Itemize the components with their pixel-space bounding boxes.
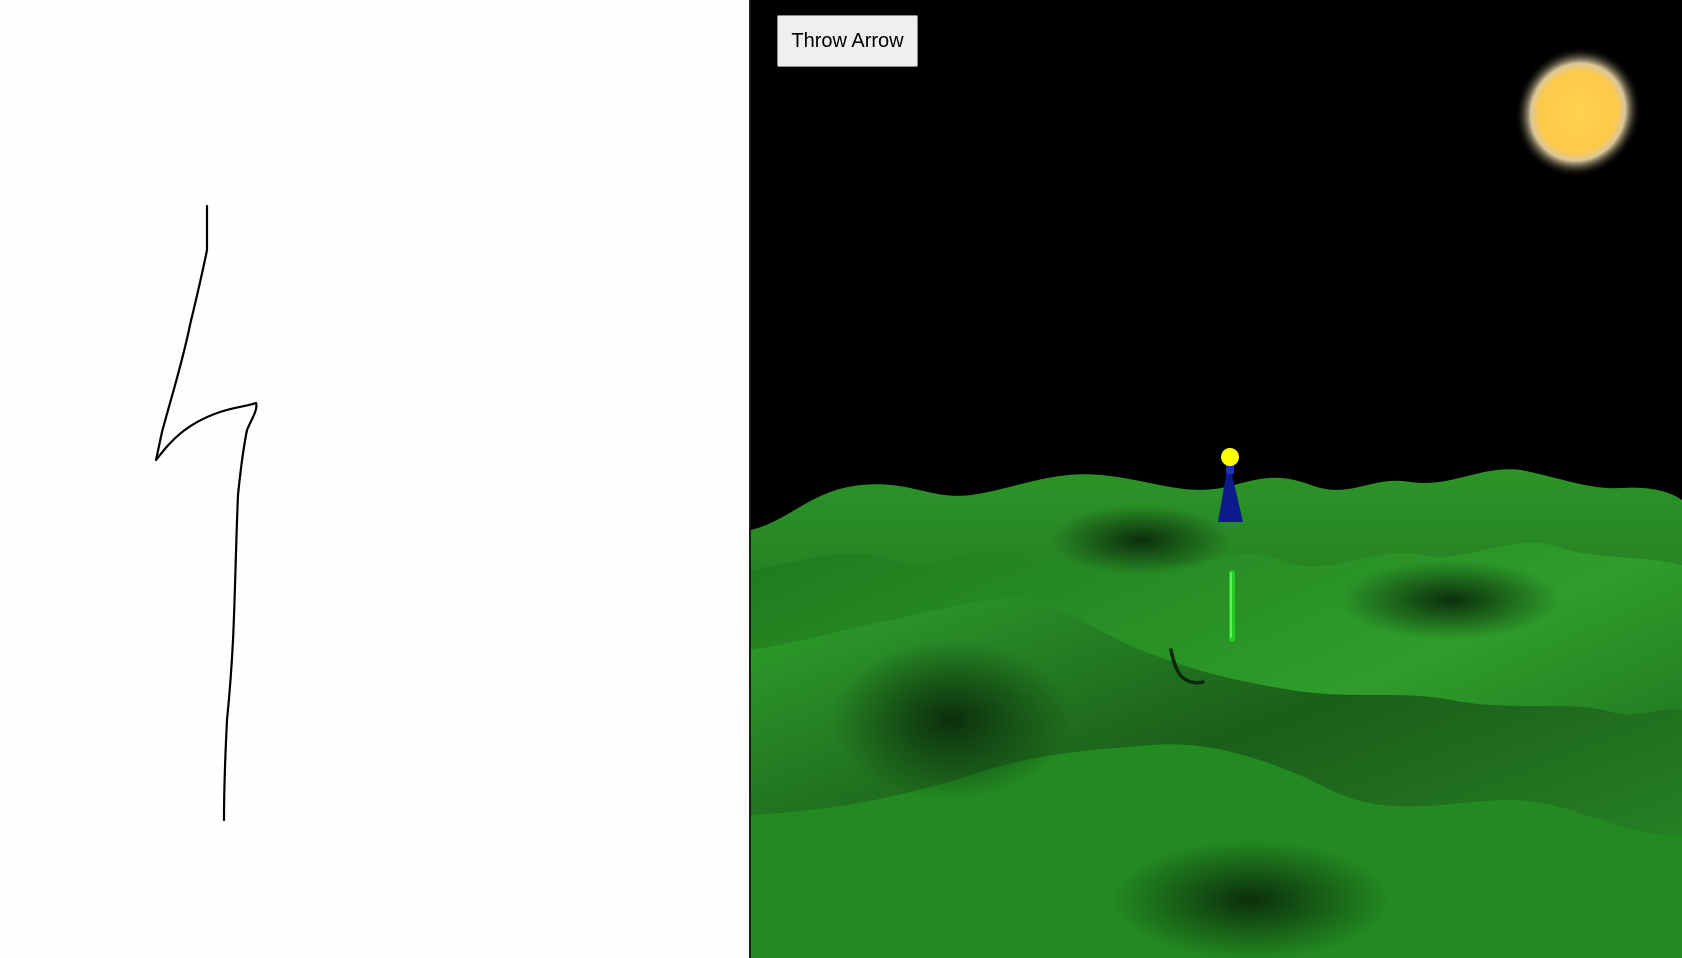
terrain-shadow <box>1111 840 1391 958</box>
game-app: Throw Arrow <box>0 0 1682 958</box>
scene-render <box>751 46 1682 958</box>
terrain-shadow <box>1341 560 1561 640</box>
game-viewport[interactable] <box>751 0 1682 958</box>
terrain-shadow <box>831 640 1071 800</box>
terrain-shadow <box>1051 505 1231 575</box>
sun-icon <box>1514 46 1642 178</box>
throw-arrow-button[interactable]: Throw Arrow <box>777 15 918 67</box>
drawn-stroke <box>154 204 258 822</box>
player-head <box>1221 448 1239 466</box>
arrow-highlight <box>1230 572 1232 638</box>
drawing-canvas[interactable] <box>0 0 749 958</box>
drawing-surface[interactable] <box>0 0 749 958</box>
